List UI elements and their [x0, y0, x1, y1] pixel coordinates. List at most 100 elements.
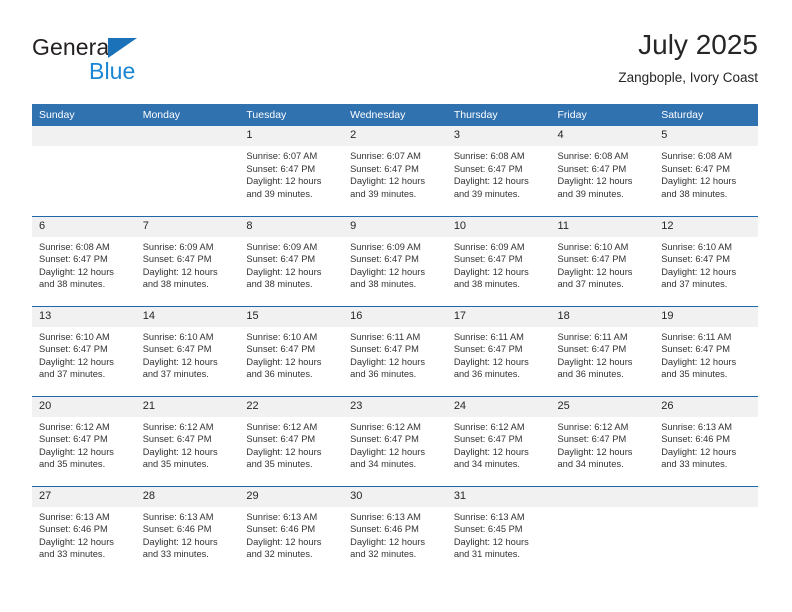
day-detail-line: Sunrise: 6:13 AM: [350, 511, 421, 522]
day-detail-line: Sunrise: 6:12 AM: [142, 421, 214, 432]
calendar-day-cell[interactable]: 22 Sunrise: 6:12 AM Sunset: 6:47 PM Dayligh…: [239, 395, 344, 486]
calendar-day-cell[interactable]: 7 Sunrise: 6:09 AM Sunset: 6:47 PM Daylight…: [135, 215, 240, 306]
calendar-day-cell[interactable]: 29 Sunrise: 6:13 AM Sunset: 6:46 PM Dayligh…: [239, 485, 344, 576]
day-detail-line: Daylight: 12 hours: [350, 536, 426, 547]
day-number: 8: [239, 216, 344, 237]
day-number: 15: [239, 306, 344, 327]
calendar-week-row: 20 Sunrise: 6:12 AM Sunset: 6:47 PM Dayligh…: [32, 395, 758, 486]
calendar-day-cell[interactable]: 25 Sunrise: 6:12 AM Sunset: 6:47 PM Dayligh…: [550, 395, 655, 486]
day-details: Sunrise: 6:10 AM Sunset: 6:47 PM Daylight:…: [136, 327, 240, 381]
day-number: [654, 486, 758, 507]
calendar-table: Sunday Monday Tuesday Wednesday Thursday Frid…: [32, 104, 758, 576]
day-number: 12: [654, 216, 758, 237]
day-details: [551, 507, 655, 511]
day-number: 2: [343, 126, 447, 146]
calendar-day-cell[interactable]: 23 Sunrise: 6:12 AM Sunset: 6:47 PM Dayligh…: [343, 395, 447, 486]
calendar-day-cell[interactable]: 13 Sunrise: 6:10 AM Sunset: 6:47 PM Dayligh…: [32, 305, 136, 396]
page-subtitle: Zangbople, Ivory Coast: [618, 70, 758, 85]
day-number: 3: [446, 126, 551, 146]
day-detail-line: Daylight: 12 hours: [350, 356, 426, 367]
day-detail-line: Sunset: 6:46 PM: [661, 434, 730, 445]
day-details: Sunrise: 6:13 AM Sunset: 6:46 PM Daylight:…: [654, 417, 758, 471]
day-detail-line: Sunset: 6:47 PM: [350, 254, 419, 265]
calendar-day-cell[interactable]: 27 Sunrise: 6:13 AM Sunset: 6:46 PM Dayligh…: [32, 485, 136, 576]
calendar-day-cell[interactable]: 11 Sunrise: 6:10 AM Sunset: 6:47 PM Dayligh…: [550, 215, 655, 306]
day-number: 29: [239, 486, 344, 507]
day-detail-line: and 39 minutes.: [557, 188, 624, 199]
day-detail-line: and 35 minutes.: [39, 459, 106, 470]
brand-triangle-icon: [108, 38, 137, 58]
day-details: Sunrise: 6:12 AM Sunset: 6:47 PM Daylight:…: [551, 417, 655, 471]
day-number: 22: [239, 396, 344, 417]
day-detail-line: Sunset: 6:47 PM: [557, 344, 627, 355]
calendar-day-cell[interactable]: 15 Sunrise: 6:10 AM Sunset: 6:47 PM Dayligh…: [239, 305, 344, 396]
day-detail-line: and 35 minutes.: [246, 459, 313, 470]
calendar-week-row: 27 Sunrise: 6:13 AM Sunset: 6:46 PM Dayligh…: [32, 485, 758, 576]
page-title: July 2025: [638, 29, 758, 60]
brand-name-blue: Blue: [89, 58, 136, 84]
day-details: Sunrise: 6:13 AM Sunset: 6:46 PM Daylight:…: [343, 507, 447, 561]
weekday-header-friday: Friday: [550, 104, 655, 126]
day-detail-line: Daylight: 12 hours: [453, 446, 529, 457]
day-details: Sunrise: 6:12 AM Sunset: 6:47 PM Daylight:…: [136, 417, 240, 471]
brand-logo[interactable]: General Blue: [32, 34, 262, 94]
calendar-day-cell[interactable]: 10 Sunrise: 6:09 AM Sunset: 6:47 PM Dayligh…: [446, 215, 551, 306]
calendar-day-cell[interactable]: 26 Sunrise: 6:13 AM Sunset: 6:46 PM Dayligh…: [654, 395, 758, 486]
calendar-day-cell[interactable]: 30 Sunrise: 6:13 AM Sunset: 6:46 PM Dayligh…: [343, 485, 447, 576]
day-details: Sunrise: 6:13 AM Sunset: 6:45 PM Daylight:…: [447, 507, 551, 561]
day-details: Sunrise: 6:12 AM Sunset: 6:47 PM Daylight:…: [447, 417, 551, 471]
calendar-day-cell[interactable]: 31 Sunrise: 6:13 AM Sunset: 6:45 PM Dayligh…: [446, 485, 551, 576]
day-number: 5: [654, 126, 758, 146]
day-details: Sunrise: 6:11 AM Sunset: 6:47 PM Daylight:…: [654, 327, 758, 381]
calendar-day-cell[interactable]: 8 Sunrise: 6:09 AM Sunset: 6:47 PM Daylight…: [239, 215, 344, 306]
calendar-day-cell[interactable]: 28 Sunrise: 6:13 AM Sunset: 6:46 PM Dayligh…: [135, 485, 240, 576]
day-detail-line: Daylight: 12 hours: [350, 176, 426, 187]
calendar-day-cell[interactable]: 24 Sunrise: 6:12 AM Sunset: 6:47 PM Dayligh…: [446, 395, 551, 486]
calendar-day-cell[interactable]: 2 Sunrise: 6:07 AM Sunset: 6:47 PM Daylight…: [343, 126, 447, 216]
day-detail-line: and 36 minutes.: [350, 369, 417, 380]
calendar-day-cell[interactable]: 5 Sunrise: 6:08 AM Sunset: 6:47 PM Daylight…: [654, 126, 758, 216]
day-detail-line: Sunset: 6:47 PM: [39, 344, 108, 355]
day-detail-line: Sunrise: 6:10 AM: [661, 241, 733, 252]
calendar-header-row: Sunday Monday Tuesday Wednesday Thursday Frid…: [32, 104, 758, 126]
calendar-day-cell[interactable]: 21 Sunrise: 6:12 AM Sunset: 6:47 PM Dayligh…: [135, 395, 240, 486]
calendar-day-cell[interactable]: 12 Sunrise: 6:10 AM Sunset: 6:47 PM Dayligh…: [654, 215, 758, 306]
day-detail-line: Sunset: 6:46 PM: [246, 524, 316, 535]
day-detail-line: and 38 minutes.: [661, 188, 728, 199]
day-details: Sunrise: 6:12 AM Sunset: 6:47 PM Daylight:…: [32, 417, 136, 471]
calendar-day-cell[interactable]: 6 Sunrise: 6:08 AM Sunset: 6:47 PM Daylight…: [32, 215, 136, 306]
calendar-day-cell[interactable]: 9 Sunrise: 6:09 AM Sunset: 6:47 PM Daylight…: [343, 215, 447, 306]
day-detail-line: Sunrise: 6:09 AM: [246, 241, 318, 252]
calendar-day-cell[interactable]: 3 Sunrise: 6:08 AM Sunset: 6:47 PM Daylight…: [446, 126, 551, 216]
calendar-day-cell[interactable]: 16 Sunrise: 6:11 AM Sunset: 6:47 PM Dayligh…: [343, 305, 447, 396]
calendar-day-cell[interactable]: 14 Sunrise: 6:10 AM Sunset: 6:47 PM Dayligh…: [135, 305, 240, 396]
calendar-day-cell[interactable]: 4 Sunrise: 6:08 AM Sunset: 6:47 PM Daylight…: [550, 126, 655, 216]
calendar-day-cell[interactable]: 19 Sunrise: 6:11 AM Sunset: 6:47 PM Dayligh…: [654, 305, 758, 396]
day-detail-line: and 34 minutes.: [350, 459, 417, 470]
day-number: 17: [446, 306, 551, 327]
calendar-week-row: 6 Sunrise: 6:08 AM Sunset: 6:47 PM Daylight…: [32, 215, 758, 306]
calendar-day-cell[interactable]: 1 Sunrise: 6:07 AM Sunset: 6:47 PM Daylight…: [239, 126, 344, 216]
day-number: 13: [32, 306, 136, 327]
calendar-day-cell[interactable]: 18 Sunrise: 6:11 AM Sunset: 6:47 PM Dayligh…: [550, 305, 655, 396]
day-detail-line: Sunset: 6:47 PM: [661, 163, 730, 174]
day-details: Sunrise: 6:09 AM Sunset: 6:47 PM Daylight:…: [136, 237, 240, 291]
day-detail-line: Sunset: 6:47 PM: [246, 434, 316, 445]
day-detail-line: Sunrise: 6:13 AM: [142, 511, 214, 522]
day-detail-line: Sunset: 6:47 PM: [557, 163, 627, 174]
calendar-page: General Blue July 2025 Zangbople, Ivory …: [0, 0, 792, 612]
calendar-day-cell[interactable]: 20 Sunrise: 6:12 AM Sunset: 6:47 PM Dayligh…: [32, 395, 136, 486]
day-detail-line: and 39 minutes.: [453, 188, 520, 199]
day-number: [550, 486, 655, 507]
day-detail-line: Daylight: 12 hours: [142, 536, 218, 547]
day-detail-line: Sunrise: 6:12 AM: [246, 421, 318, 432]
day-detail-line: Sunrise: 6:07 AM: [246, 151, 318, 161]
day-detail-line: and 34 minutes.: [453, 459, 520, 470]
day-detail-line: Daylight: 12 hours: [246, 536, 322, 547]
day-detail-line: and 37 minutes.: [142, 369, 209, 380]
calendar-day-cell[interactable]: 17 Sunrise: 6:11 AM Sunset: 6:47 PM Dayligh…: [446, 305, 551, 396]
day-detail-line: and 38 minutes.: [350, 279, 417, 290]
day-detail-line: Sunset: 6:47 PM: [246, 163, 316, 174]
day-detail-line: Sunrise: 6:08 AM: [661, 151, 733, 161]
day-detail-line: and 35 minutes.: [661, 369, 728, 380]
